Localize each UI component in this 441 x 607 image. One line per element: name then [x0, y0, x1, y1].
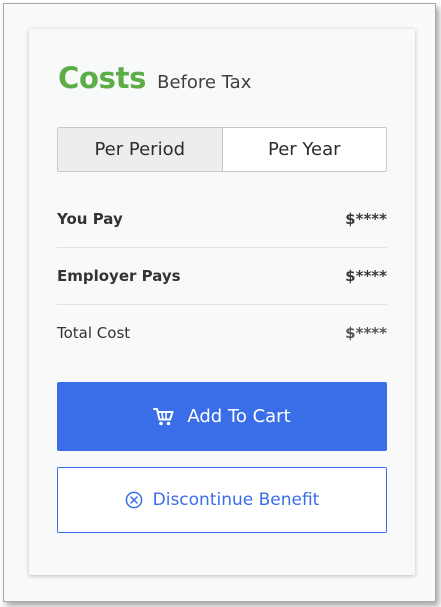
- employer-pays-row: Employer Pays $****: [57, 248, 387, 305]
- per-year-tab[interactable]: Per Year: [223, 128, 387, 171]
- you-pay-label: You Pay: [57, 210, 123, 228]
- per-period-tab[interactable]: Per Period: [58, 128, 223, 171]
- total-cost-amount: $****: [345, 324, 387, 342]
- window-frame: Costs Before Tax Per Period Per Year You…: [3, 3, 436, 602]
- costs-title: Costs: [58, 61, 147, 95]
- total-cost-row: Total Cost $****: [57, 305, 387, 361]
- employer-pays-amount: $****: [345, 267, 387, 285]
- add-to-cart-button[interactable]: Add To Cart: [57, 382, 387, 451]
- close-circle-icon: [125, 491, 143, 509]
- before-tax-label: Before Tax: [157, 72, 252, 93]
- discontinue-benefit-label: Discontinue Benefit: [152, 490, 320, 510]
- cart-icon: [153, 407, 175, 427]
- you-pay-amount: $****: [345, 210, 387, 228]
- costs-card: Costs Before Tax Per Period Per Year You…: [29, 29, 415, 575]
- period-toggle: Per Period Per Year: [57, 127, 387, 172]
- total-cost-label: Total Cost: [57, 324, 131, 342]
- employer-pays-label: Employer Pays: [57, 267, 181, 285]
- you-pay-row: You Pay $****: [57, 191, 387, 248]
- discontinue-benefit-button[interactable]: Discontinue Benefit: [57, 467, 387, 533]
- add-to-cart-label: Add To Cart: [187, 406, 291, 427]
- costs-header: Costs Before Tax: [58, 61, 251, 95]
